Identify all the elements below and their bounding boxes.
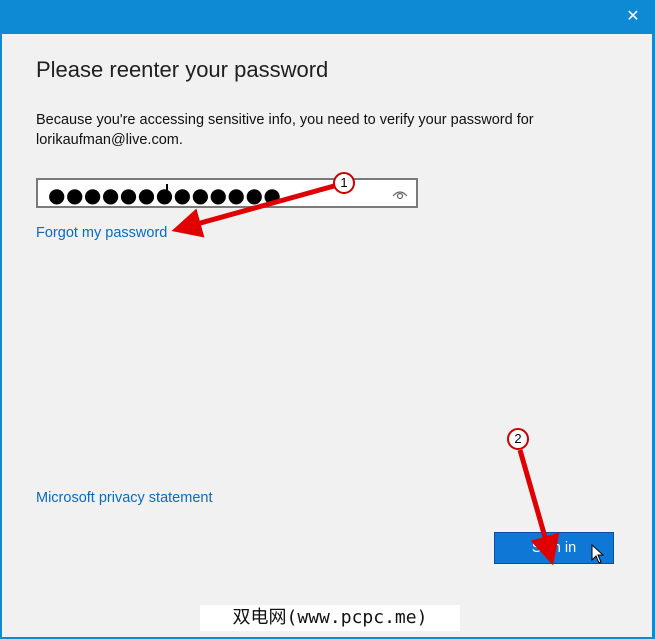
watermark-text: 双电网(www.pcpc.me) xyxy=(200,605,460,631)
text-caret xyxy=(166,184,168,204)
mouse-pointer-icon xyxy=(591,544,605,564)
forgot-password-link[interactable]: Forgot my password xyxy=(36,225,167,241)
password-field[interactable]: ●●●●●●●●●●●●● xyxy=(36,178,418,208)
dialog-window: ✕ Please reenter your password Because y… xyxy=(0,0,655,639)
reveal-password-icon[interactable] xyxy=(392,187,408,201)
callout-2: 2 xyxy=(507,428,529,450)
title-bar: ✕ xyxy=(0,0,655,34)
callout-1: 1 xyxy=(333,172,355,194)
password-value: ●●●●●●●●●●●●● xyxy=(48,183,282,207)
page-title: Please reenter your password xyxy=(36,57,329,82)
privacy-statement-link[interactable]: Microsoft privacy statement xyxy=(36,490,212,506)
description-text: Because you're accessing sensitive info,… xyxy=(36,112,534,148)
close-button[interactable]: ✕ xyxy=(621,6,645,28)
